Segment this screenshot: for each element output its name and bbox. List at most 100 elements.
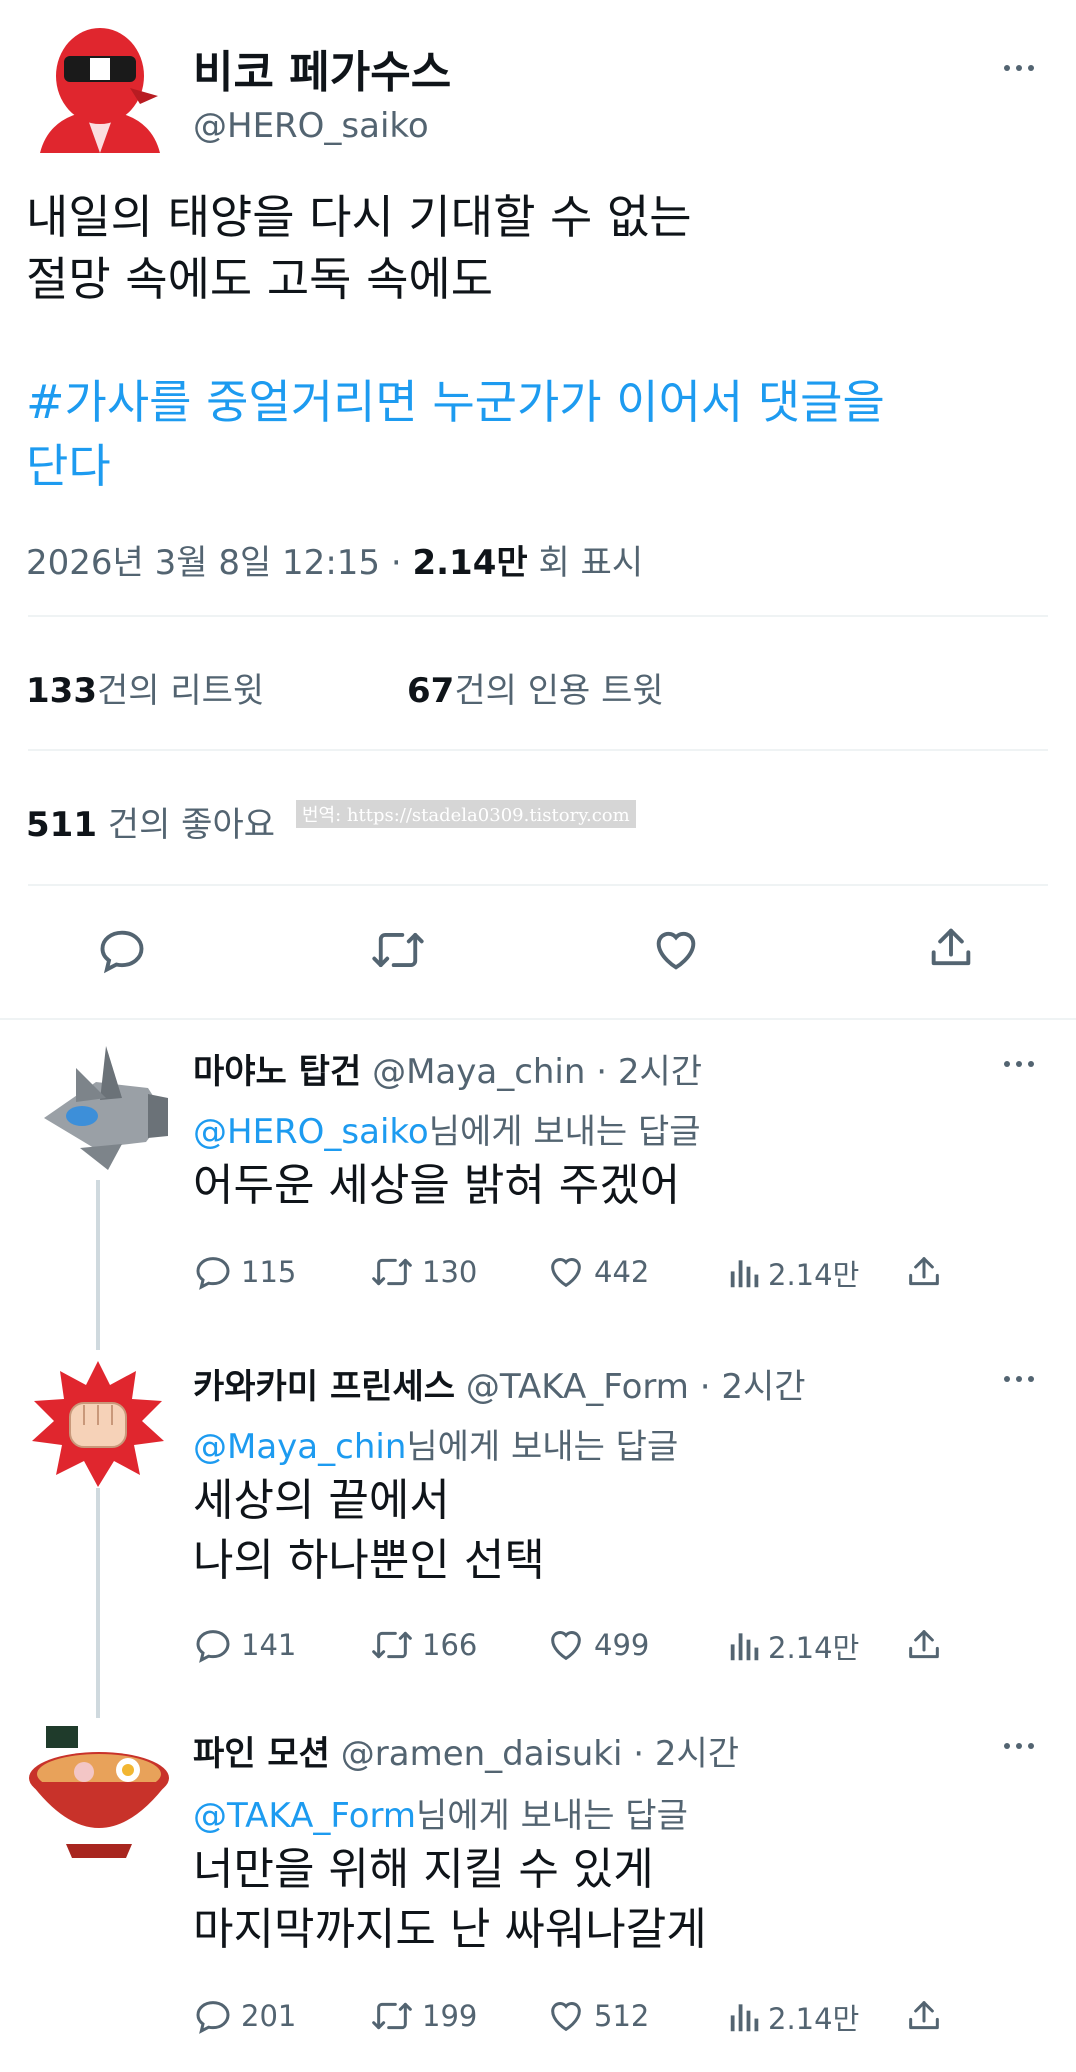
avatar[interactable] bbox=[30, 1359, 166, 1489]
more-icon[interactable] bbox=[997, 56, 1041, 80]
reply-count-value: 141 bbox=[241, 1628, 297, 1662]
reply-count[interactable]: 201 bbox=[193, 1996, 296, 2036]
more-icon[interactable] bbox=[997, 1367, 1041, 1391]
quotes-count: 67 bbox=[407, 671, 455, 711]
views-icon bbox=[730, 1260, 759, 1288]
retweet-icon[interactable] bbox=[370, 924, 426, 976]
reply-text: 너만을 위해 지킬 수 있게 마지막까지도 난 싸워나갈게 bbox=[193, 1840, 707, 1960]
retweet-icon bbox=[372, 1258, 412, 1286]
retweets-label: 건의 리트윗 bbox=[96, 671, 265, 711]
retweet-icon bbox=[372, 2002, 412, 2030]
reply-icon bbox=[196, 1630, 230, 1663]
more-icon[interactable] bbox=[997, 1052, 1041, 1076]
reply-to-link[interactable]: @Maya_chin bbox=[193, 1427, 406, 1467]
retweet-count-value: 199 bbox=[422, 1999, 478, 2033]
views-icon bbox=[730, 2004, 759, 2032]
author-handle[interactable]: @HERO_saiko bbox=[193, 106, 429, 146]
views-icon bbox=[730, 1633, 759, 1661]
reply-count-value: 201 bbox=[241, 1999, 297, 2033]
hashtag-link[interactable]: #가사를 중얼거리면 누군가가 이어서 댓글을 단다 bbox=[26, 370, 885, 498]
reply-icon[interactable] bbox=[96, 924, 148, 976]
divider bbox=[28, 884, 1048, 886]
reply-header: 마야노 탑건 @Maya_chin · 2시간 bbox=[193, 1044, 702, 1093]
share-icon[interactable] bbox=[904, 1996, 944, 2036]
main-tweet: 비코 페가수스 @HERO_saiko 내일의 태양을 다시 기대할 수 없는 … bbox=[0, 0, 1076, 1020]
timestamp[interactable]: 2026년 3월 8일 12:15 bbox=[26, 543, 380, 583]
reply-text-line: 마지막까지도 난 싸워나갈게 bbox=[193, 1904, 707, 1955]
view-count-value: 2.14만 bbox=[768, 2002, 860, 2036]
author-handle[interactable]: @Maya_chin bbox=[372, 1052, 585, 1092]
reply-tweet[interactable]: 파인 모션 @ramen_daisuki · 2시간 @TAKA_Form님에게… bbox=[0, 1716, 1076, 2056]
retweets-count: 133 bbox=[26, 671, 97, 711]
author-name[interactable]: 비코 페가수스 bbox=[193, 36, 451, 100]
reply-time[interactable]: · 2시간 bbox=[700, 1367, 806, 1407]
like-count[interactable]: 512 bbox=[546, 1996, 649, 2036]
like-count[interactable]: 499 bbox=[546, 1625, 649, 1665]
retweet-count[interactable]: 199 bbox=[370, 1996, 477, 2036]
retweets-stat[interactable]: 133건의 리트윗 bbox=[26, 663, 264, 712]
reply-to-link[interactable]: @HERO_saiko bbox=[193, 1112, 429, 1152]
view-count-value: 2.14만 bbox=[768, 1631, 860, 1665]
like-icon bbox=[551, 1631, 581, 1661]
view-count[interactable]: 2.14만 bbox=[726, 1625, 859, 1667]
view-count[interactable]: 2.14만 bbox=[726, 1996, 859, 2038]
reply-icon bbox=[196, 1257, 230, 1290]
like-icon[interactable] bbox=[650, 924, 702, 976]
replying-to: @HERO_saiko님에게 보내는 답글 bbox=[193, 1104, 701, 1153]
tweet-text-line: 내일의 태양을 다시 기대할 수 없는 bbox=[26, 190, 692, 244]
reply-time[interactable]: · 2시간 bbox=[633, 1734, 739, 1774]
retweet-count-value: 166 bbox=[422, 1628, 478, 1662]
likes-count: 511 bbox=[26, 805, 97, 845]
views-count: 2.14만 bbox=[412, 543, 528, 583]
like-count-value: 499 bbox=[594, 1628, 650, 1662]
tweet-text-line: 절망 속에도 고독 속에도 bbox=[26, 252, 494, 306]
reply-count[interactable]: 115 bbox=[193, 1252, 296, 1292]
reply-count[interactable]: 141 bbox=[193, 1625, 296, 1665]
divider bbox=[28, 615, 1048, 617]
reply-to-suffix: 님에게 보내는 답글 bbox=[428, 1112, 701, 1152]
author-name[interactable]: 마야노 탑건 bbox=[193, 1052, 361, 1092]
separator: · bbox=[390, 543, 402, 583]
like-icon bbox=[551, 2002, 581, 2032]
divider bbox=[28, 749, 1048, 751]
reply-tweet[interactable]: 카와카미 프린세스 @TAKA_Form · 2시간 @Maya_chin님에게… bbox=[0, 1345, 1076, 1675]
likes-stat[interactable]: 511 건의 좋아요 bbox=[26, 797, 275, 846]
quotes-stat[interactable]: 67건의 인용 트윗 bbox=[407, 663, 664, 712]
author-handle[interactable]: @TAKA_Form bbox=[466, 1367, 689, 1407]
avatar[interactable] bbox=[36, 1038, 172, 1174]
view-count[interactable]: 2.14만 bbox=[726, 1252, 859, 1294]
author-name[interactable]: 파인 모션 bbox=[193, 1734, 330, 1774]
reply-text-line: 세상의 끝에서 bbox=[193, 1475, 450, 1526]
reply-tweet[interactable]: 마야노 탑건 @Maya_chin · 2시간 @HERO_saiko님에게 보… bbox=[0, 1030, 1076, 1330]
reply-text: 세상의 끝에서 나의 하나뿐인 선택 bbox=[193, 1471, 545, 1591]
more-icon[interactable] bbox=[997, 1734, 1041, 1758]
likes-label: 건의 좋아요 bbox=[107, 805, 276, 845]
retweet-count[interactable]: 166 bbox=[370, 1625, 477, 1665]
reply-count-value: 115 bbox=[241, 1255, 297, 1289]
tweet-text: 내일의 태양을 다시 기대할 수 없는 절망 속에도 고독 속에도 bbox=[26, 186, 692, 310]
share-icon[interactable] bbox=[904, 1625, 944, 1665]
reply-time[interactable]: · 2시간 bbox=[596, 1052, 702, 1092]
timestamp-row: 2026년 3월 8일 12:15 · 2.14만 회 표시 bbox=[26, 535, 643, 584]
retweet-icon bbox=[372, 1631, 412, 1659]
avatar[interactable] bbox=[30, 18, 170, 164]
like-count-value: 512 bbox=[594, 1999, 650, 2033]
reply-text-line: 너만을 위해 지킬 수 있게 bbox=[193, 1844, 654, 1895]
reply-text: 어두운 세상을 밝혀 주겠어 bbox=[193, 1156, 680, 1216]
avatar[interactable] bbox=[26, 1724, 172, 1864]
view-count-value: 2.14만 bbox=[768, 1258, 860, 1292]
hashtag-line: #가사를 중얼거리면 누군가가 이어서 댓글을 bbox=[26, 375, 885, 429]
like-count[interactable]: 442 bbox=[546, 1252, 649, 1292]
like-icon bbox=[551, 1258, 581, 1288]
share-icon[interactable] bbox=[925, 922, 977, 974]
like-count-value: 442 bbox=[594, 1255, 650, 1289]
retweet-count[interactable]: 130 bbox=[370, 1252, 477, 1292]
share-icon[interactable] bbox=[904, 1252, 944, 1292]
replying-to: @Maya_chin님에게 보내는 답글 bbox=[193, 1419, 678, 1468]
reply-to-suffix: 님에게 보내는 답글 bbox=[416, 1796, 688, 1836]
reply-icon bbox=[196, 2001, 230, 2034]
author-name[interactable]: 카와카미 프린세스 bbox=[193, 1367, 455, 1407]
reply-to-link[interactable]: @TAKA_Form bbox=[193, 1796, 416, 1836]
author-handle[interactable]: @ramen_daisuki bbox=[341, 1734, 623, 1774]
hashtag-line: 단다 bbox=[26, 439, 111, 493]
